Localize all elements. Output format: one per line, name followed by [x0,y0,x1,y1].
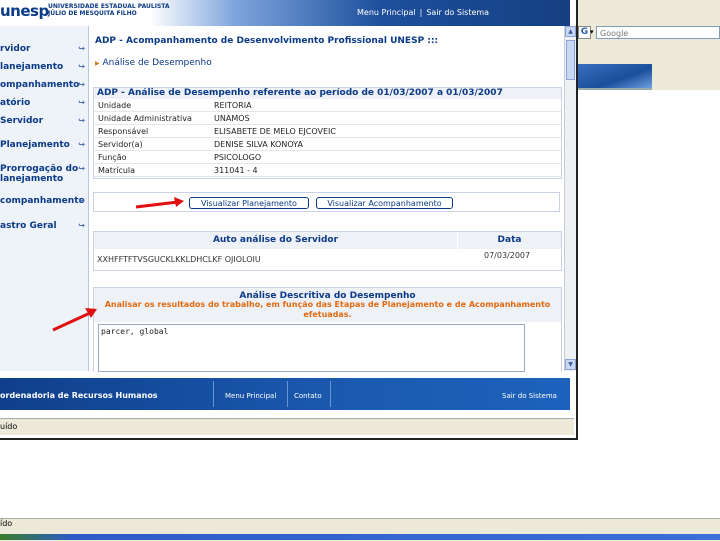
sidebar-item-label: lanejamento [0,174,64,184]
section-title: ▶ Análise de Desempenho [95,58,212,68]
row-label: Servidor(a) [98,140,143,149]
menu-principal-link[interactable]: Menu Principal [355,8,418,17]
column-header-data: Data [497,235,522,245]
row-value: 311041 - 4 [214,166,258,175]
row-label: Unidade [98,101,132,110]
footer-menu-principal-link[interactable]: Menu Principal [225,392,276,400]
sidebar-item-label: Planejamento [0,140,70,150]
arrow-right-icon: ↪ [78,44,85,53]
top-menu: Menu Principal | Sair do Sistema [355,8,491,17]
self-analysis-table: Auto análise do Servidor Data XXHFFTFTVS… [93,231,562,271]
arrow-right-icon: ↪ [78,80,85,89]
footer-divider [330,381,331,407]
table-row: Unidade REITORIA [94,99,561,112]
arrow-right-icon: ↪ [78,98,85,107]
taskbar-strip [0,534,720,540]
triangle-right-icon: ▶ [95,60,100,67]
sidebar-item-label: atório [0,98,31,108]
row-label: Unidade Administrativa [98,114,192,123]
date-cell: 07/03/2007 [484,251,531,260]
sidebar-item-label: ompanhamento [0,80,80,90]
auto-analise-cell: XXHFFTFTVSGUCKLKKLDHCLKF OJIOLOIU [97,255,261,264]
arrow-right-icon: ↪ [78,164,85,173]
sidebar-item-label: astro Geral [0,221,57,231]
visualizar-planejamento-button[interactable]: Visualizar Planejamento [189,197,309,209]
footer-divider [213,381,214,407]
unesp-logo: unesp [0,2,49,20]
table-row: Servidor(a) DENISE SILVA KONOYA [94,138,561,151]
divider [578,88,652,90]
row-value: PSICOLOGO [214,153,262,162]
section-title-text: Análise de Desempenho [102,58,212,68]
descriptive-analysis-section: Análise Descritiva do Desempenho Analisa… [93,287,562,372]
sidebar-item-relatorio[interactable]: atório ↪ [0,98,88,108]
employee-info-table: ADP - Análise de Desempenho referente ao… [93,87,562,179]
sidebar-item-label: lanejamento [0,62,64,72]
taskbar-text: ído [0,519,13,528]
vertical-scrollbar[interactable]: ▲ ▼ [564,26,576,371]
arrow-right-icon: ↪ [78,62,85,71]
sidebar-item-prorrogacao-line2[interactable]: lanejamento [0,174,88,184]
scroll-up-icon[interactable]: ▲ [565,26,576,37]
university-line-2: JÚLIO DE MESQUITA FILHO [48,10,137,17]
visualizar-acompanhamento-button[interactable]: Visualizar Acompanhamento [316,197,453,209]
sair-link[interactable]: Sair do Sistema [424,8,491,17]
arrow-right-icon: ↪ [78,116,85,125]
browser-window: unesp UNIVERSIDADE ESTADUAL PAULISTA JÚL… [0,0,578,440]
descriptive-analysis-header: Análise Descritiva do Desempenho Analisa… [94,288,561,322]
table-header: Auto análise do Servidor Data [94,232,561,249]
site-footer: ordenadoria de Recursos Humanos Menu Pri… [0,378,570,410]
row-value: DENISE SILVA KONOYA [214,140,303,149]
browser-status-bar: uído [0,418,574,435]
row-value: REITORIA [214,101,252,110]
university-line-1: UNIVERSIDADE ESTADUAL PAULISTA [48,3,170,10]
background-decoration [578,64,652,88]
site-header: unesp UNIVERSIDADE ESTADUAL PAULISTA JÚL… [0,0,570,26]
sidebar-item-servidor-2[interactable]: Servidor ↪ [0,116,88,126]
row-label: Matrícula [98,166,136,175]
table-row: Matrícula 311041 - 4 [94,164,561,177]
sidebar-item-acompanhamento[interactable]: ompanhamento ↪ [0,80,88,90]
status-text: uído [0,422,18,431]
footer-title: ordenadoria de Recursos Humanos [0,391,158,400]
arrow-right-icon: ↪ [78,221,85,230]
info-table-header: ADP - Análise de Desempenho referente ao… [94,88,561,99]
sidebar-item-servidor[interactable]: rvidor ↪ [0,44,88,54]
sidebar-item-planejamento-2[interactable]: Planejamento ↪ [0,140,88,150]
search-input[interactable]: Google [596,26,720,39]
scroll-thumb[interactable] [566,40,575,80]
sidebar-item-prorrogacao[interactable]: Prorrogação do ↪ [0,164,88,174]
arrow-right-icon: ↪ [78,196,85,205]
scroll-down-icon[interactable]: ▼ [565,359,576,370]
university-name: UNIVERSIDADE ESTADUAL PAULISTA JÚLIO DE … [48,3,170,17]
annotation-arrow-icon [52,308,97,332]
sidebar-item-label: rvidor [0,44,31,54]
descriptive-analysis-textarea[interactable]: parcer, global [98,324,525,372]
footer-sair-link[interactable]: Sair do Sistema [502,392,557,400]
descriptive-analysis-instructions: Analisar os resultados do trabalho, em f… [104,300,551,319]
row-value: ELISABETE DE MELO EJCOVEIC [214,127,336,136]
page-title: ADP - Acompanhamento de Desenvolvimento … [95,36,439,46]
row-label: Função [98,153,127,162]
sidebar-item-acompanhamento-2[interactable]: companhamento ↪ [0,196,88,206]
table-row: Unidade Administrativa UNAMOS [94,112,561,125]
arrow-right-icon: ↪ [78,140,85,149]
footer-contato-link[interactable]: Contato [294,392,322,400]
sidebar-item-label: companhamento [0,196,85,206]
footer-divider [287,381,288,407]
column-header-auto-analise: Auto análise do Servidor [94,232,458,249]
row-label: Responsável [98,127,149,136]
sidebar-item-label: Prorrogação do [0,164,79,174]
sidebar-item-planejamento[interactable]: lanejamento ↪ [0,62,88,72]
annotation-arrow-icon [135,197,184,209]
table-row: Função PSICOLOGO [94,151,561,164]
table-row: Responsável ELISABETE DE MELO EJCOVEIC [94,125,561,138]
sidebar-item-label: Servidor [0,116,44,126]
row-value: UNAMOS [214,114,250,123]
sidebar-item-cadastro-geral[interactable]: astro Geral ↪ [0,221,88,231]
